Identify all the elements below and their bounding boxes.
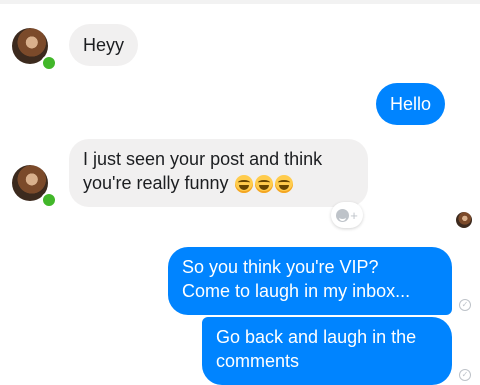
sent-check-icon: ✓ [459, 369, 471, 381]
message-bubble-outgoing[interactable]: Hello [376, 83, 446, 125]
laughing-emoji-icon [254, 175, 273, 194]
message-line-1: Go back and laugh in the [216, 327, 417, 347]
add-reaction-icon [336, 208, 350, 222]
message-line-2: Come to laugh in my inbox... [182, 281, 411, 301]
laughing-emoji-icon [234, 175, 253, 194]
message-line-2: comments [216, 351, 300, 371]
message-bubble-incoming[interactable]: Heyy [69, 24, 139, 66]
sent-check-icon: ✓ [459, 299, 471, 311]
message-bubble-outgoing[interactable]: So you think you're VIP? Come to laugh i… [168, 247, 452, 315]
online-indicator-icon [41, 55, 57, 71]
online-indicator-icon [41, 192, 57, 208]
rolling-laughing-emoji-group [234, 175, 293, 194]
message-bubble-incoming[interactable]: I just seen your post and think you're r… [69, 139, 368, 207]
message-line-2: you're really funny [83, 173, 229, 193]
top-divider [0, 0, 480, 4]
laughing-emoji-icon [274, 175, 293, 194]
add-reaction-button[interactable]: + [331, 202, 363, 228]
message-line-1: So you think you're VIP? [182, 257, 379, 277]
seen-avatar [456, 212, 472, 228]
message-line-1: I just seen your post and think [83, 149, 323, 169]
message-bubble-outgoing[interactable]: Go back and laugh in the comments [202, 317, 452, 385]
message-text: Heyy [83, 35, 125, 55]
reaction-plus: + [350, 207, 358, 223]
message-text: Hello [390, 94, 432, 114]
